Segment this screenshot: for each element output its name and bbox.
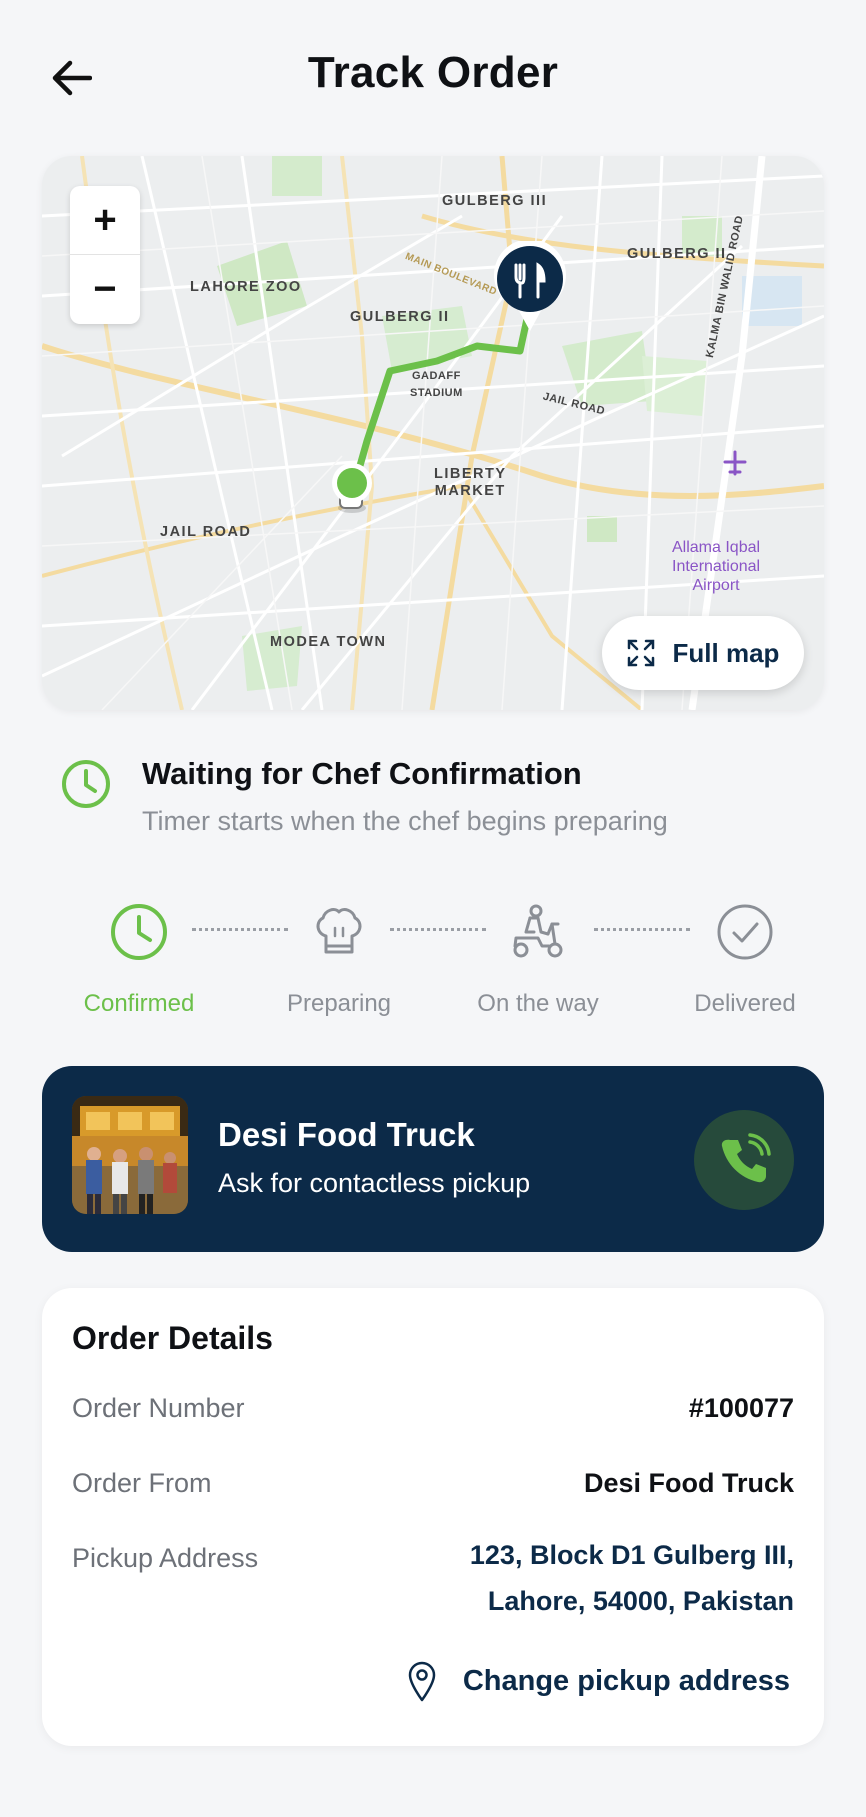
airport-line3: Airport xyxy=(692,577,740,594)
vendor-photo xyxy=(72,1096,188,1214)
pickup-address-line2: Lahore, 54000, Pakistan xyxy=(487,1586,794,1616)
step-label: Delivered xyxy=(694,990,796,1017)
zoom-in-button[interactable]: + xyxy=(70,186,140,255)
map-label-liberty-line1: LIBERTY xyxy=(434,466,507,482)
change-pickup-address-link[interactable]: Change pickup address xyxy=(407,1660,790,1702)
scooter-icon xyxy=(513,904,563,958)
call-vendor-button[interactable] xyxy=(694,1110,794,1210)
zoom-control: + − xyxy=(70,186,140,324)
map-label-gadaff-line1: GADAFF xyxy=(411,370,461,382)
pickup-address-line1: 123, Block D1 Gulberg III, xyxy=(469,1540,794,1570)
vendor-subtitle: Ask for contactless pickup xyxy=(218,1168,531,1198)
step-preparing: Preparing xyxy=(239,900,439,1018)
pickup-address-value: 123, Block D1 Gulberg III, Lahore, 54000… xyxy=(470,1532,794,1624)
map-view[interactable]: GULBERG III GULBERG II LAHORE ZOO GULBER… xyxy=(42,156,824,710)
map-label-gulberg-iii: GULBERG III xyxy=(442,193,548,209)
map-label-modea-town: MODEA TOWN xyxy=(270,634,387,650)
top-bar: Track Order xyxy=(0,0,866,150)
map-label-airport: Allama Iqbal International Airport xyxy=(672,538,760,595)
status-subtitle: Timer starts when the chef begins prepar… xyxy=(142,806,668,836)
restaurant-pin-icon xyxy=(494,241,566,331)
clock-icon xyxy=(62,760,110,808)
step-confirmed: Confirmed xyxy=(39,900,239,1018)
order-from-label: Order From xyxy=(72,1468,212,1498)
step-delivered: Delivered xyxy=(645,900,845,1018)
location-pin-icon xyxy=(408,1661,436,1702)
order-from-value: Desi Food Truck xyxy=(583,1468,794,1498)
clock-icon xyxy=(111,904,167,960)
map-label-gulberg-ii: GULBERG II xyxy=(350,309,450,325)
status-title: Waiting for Chef Confirmation xyxy=(142,756,582,791)
order-details-title: Order Details xyxy=(72,1320,273,1356)
map-label-stadium-line2: STADIUM xyxy=(410,387,463,399)
vendor-name: Desi Food Truck xyxy=(218,1116,475,1153)
zoom-out-button[interactable]: − xyxy=(70,255,140,324)
order-number-value: #100077 xyxy=(688,1393,794,1423)
page-title: Track Order xyxy=(307,48,559,97)
map-label-jail-road: JAIL ROAD xyxy=(160,524,252,540)
airport-line1: Allama Iqbal xyxy=(672,539,761,556)
step-label: Preparing xyxy=(286,990,392,1017)
order-progress-steps: Confirmed Preparing On the way Delivered xyxy=(0,900,866,1020)
change-pickup-address-label: Change pickup address xyxy=(462,1664,790,1697)
map-label-gadaff: GADAFF STADIUM xyxy=(410,368,463,402)
map-label-gulberg-ii-east: GULBERG II xyxy=(627,246,727,262)
order-details-card: Order Details Order Number #100077 Order… xyxy=(42,1288,824,1746)
order-number-label: Order Number xyxy=(72,1393,245,1423)
map-label-lahore-zoo: LAHORE ZOO xyxy=(190,279,302,295)
step-on-the-way: On the way xyxy=(438,900,638,1018)
map-label-market-line2: MARKET xyxy=(434,483,506,499)
step-label: On the way xyxy=(477,990,599,1017)
full-map-label: Full map xyxy=(672,637,780,668)
step-label: Confirmed xyxy=(83,990,195,1017)
full-map-button[interactable]: Full map xyxy=(602,616,804,690)
vendor-card[interactable]: Desi Food Truck Ask for contactless pick… xyxy=(42,1066,824,1252)
check-circle-icon xyxy=(717,904,773,960)
pickup-address-label: Pickup Address xyxy=(72,1543,259,1573)
chef-hat-icon xyxy=(316,908,362,954)
expand-icon xyxy=(627,639,654,667)
map-label-liberty-market: LIBERTY MARKET xyxy=(434,466,507,500)
airport-line2: International xyxy=(672,558,761,575)
phone-call-icon xyxy=(721,1133,771,1183)
